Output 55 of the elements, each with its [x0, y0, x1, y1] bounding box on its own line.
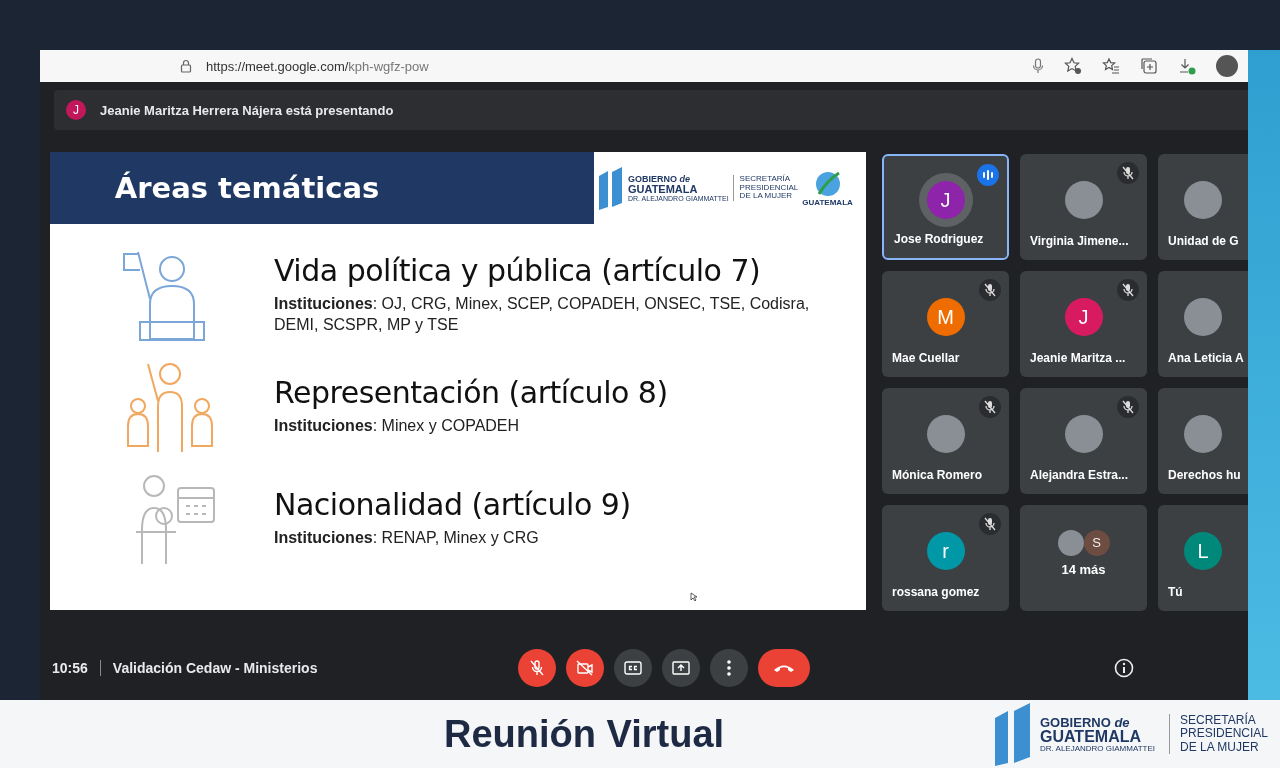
participant-name: rossana gomez [892, 585, 980, 599]
meeting-time: 10:56 [52, 660, 88, 676]
topic-heading: Representación (artículo 8) [274, 375, 669, 411]
participant-tile[interactable]: Derechos hu [1158, 388, 1248, 494]
logo-text: DR. ALEJANDRO GIAMMATTEI [1040, 744, 1155, 753]
logo-text: GUATEMALA [628, 183, 699, 195]
participant-tile[interactable]: Mónica Romero [882, 388, 1009, 494]
participant-tile[interactable]: J Jeanie Maritza ... [1020, 271, 1147, 377]
meeting-title: Validación Cedaw - Ministerios [112, 660, 318, 676]
participant-name: Mae Cuellar [892, 351, 960, 365]
logo-text: PRESIDENCIAL [739, 183, 799, 193]
participant-avatar: M [926, 298, 965, 336]
participant-avatar: J [926, 181, 965, 219]
logo-text: PRESIDENCIAL [1179, 727, 1268, 741]
participant-name: Jose Rodriguez [894, 232, 984, 246]
participant-tile[interactable]: J Jose Rodriguez [882, 154, 1009, 260]
participant-tile[interactable]: L Tú [1158, 505, 1248, 611]
participant-avatar: S [1083, 529, 1110, 556]
participant-name: Mónica Romero [892, 468, 982, 482]
institutions-text: Instituciones: RENAP, Minex y CRG [274, 528, 540, 549]
participant-avatar: r [926, 532, 965, 570]
institutions-text: Instituciones: Minex y COPADEH [274, 416, 521, 437]
logo-text: DE LA MUJER [1179, 740, 1260, 754]
logo-text: GUATEMALA [802, 197, 853, 207]
logo-text: GOBIERNO de [1040, 715, 1131, 729]
topic-heading: Vida política y pública (artículo 7) [274, 252, 762, 288]
participant-tile[interactable]: S 14 más [1020, 505, 1147, 611]
institutions-text: Instituciones: OJ, CRG, Minex, SCEP, COPADEH, ONSEC, TSE, Codisra, DEMI, SCSPR, MP y TSE [274, 293, 811, 335]
participant-name: Ana Leticia A [1168, 351, 1244, 365]
participant-tile[interactable]: Ana Leticia A [1158, 271, 1248, 377]
participant-name: Alejandra Estra... [1030, 468, 1129, 482]
logo-text: GUATEMALA [1040, 728, 1142, 745]
participant-avatar: J [1064, 298, 1103, 336]
logo-text: SECRETARÍA [739, 174, 792, 184]
participant-name: 14 más [1061, 561, 1106, 577]
participant-name: Jeanie Maritza ... [1030, 351, 1126, 365]
participant-name: Unidad de G [1168, 234, 1239, 248]
participant-tile[interactable]: Alejandra Estra... [1020, 388, 1147, 494]
topic-heading: Nacionalidad (artículo 9) [274, 487, 632, 523]
logo-text: GOBIERNO de [628, 174, 692, 184]
participant-tile[interactable]: M Mae Cuellar [882, 271, 1009, 377]
participant-tile[interactable]: Unidad de G [1158, 154, 1248, 260]
logo-text: SECRETARÍA [1179, 714, 1257, 728]
participant-name: Tú [1168, 585, 1183, 599]
participant-avatar: L [1184, 532, 1222, 570]
logo-text: DE LA MUJER [739, 192, 794, 202]
participant-tile[interactable]: r rossana gomez [882, 505, 1009, 611]
participant-tile[interactable]: Virginia Jimene... [1020, 154, 1147, 260]
address-bar-url[interactable]: https://meet.google.com/kph-wgfz-pow [206, 58, 429, 74]
presenting-notice: Jeanie Maritza Herrera Nájera está presentando [100, 102, 394, 118]
presenter-avatar: J [66, 100, 86, 120]
participant-name: Virginia Jimene... [1030, 234, 1129, 248]
participant-name: Derechos hu [1168, 468, 1241, 482]
slide-title: Áreas temáticas [50, 152, 594, 224]
footer-title: Reunión Virtual [444, 712, 725, 756]
